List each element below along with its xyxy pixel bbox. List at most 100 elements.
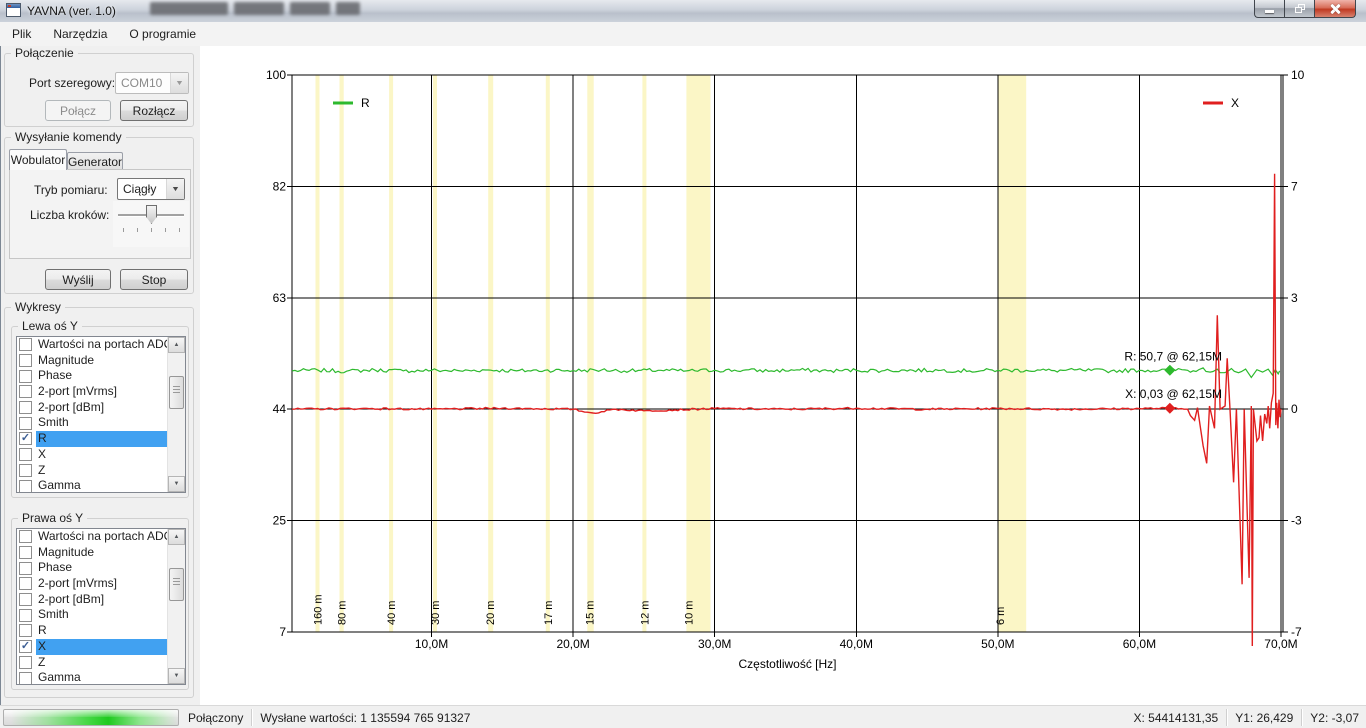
item-checkbox[interactable] (19, 385, 32, 398)
svg-text:82: 82 (273, 179, 287, 193)
scrollbar[interactable]: ▲▼ (167, 529, 185, 684)
steps-slider[interactable] (113, 201, 189, 247)
svg-text:44: 44 (273, 402, 287, 416)
chart[interactable]: 160 m80 m40 m30 m20 m17 m15 m12 m10 m6 m… (200, 46, 1366, 705)
svg-text:R: 50,7 @ 62,15M: R: 50,7 @ 62,15M (1124, 349, 1222, 363)
item-checkbox[interactable]: ✓ (19, 432, 32, 445)
list-item-label: Smith (36, 415, 185, 431)
stop-button[interactable]: Stop (120, 269, 188, 290)
status-sent: Wysłane wartości: 1 135594 765 91327 (257, 711, 473, 725)
scroll-down-button[interactable]: ▼ (168, 476, 185, 492)
list-item[interactable]: 2-port [dBm] (17, 400, 185, 416)
scroll-up-button[interactable]: ▲ (168, 529, 185, 545)
minimize-button[interactable] (1254, 0, 1284, 18)
tab-wobulator[interactable]: Wobulator (9, 149, 67, 170)
menu-item-plik[interactable]: Plik (2, 23, 41, 45)
window-title: YAVNA (ver. 1.0) (27, 4, 116, 18)
command-group: Wysyłanie komendy Wobulator Generator Tr… (4, 137, 194, 294)
status-x: X: 54414131,35 (1130, 711, 1221, 725)
scroll-down-button[interactable]: ▼ (168, 668, 185, 684)
list-item[interactable]: Phase (17, 368, 185, 384)
list-item[interactable]: Z (17, 463, 185, 479)
svg-text:X: 0,03 @ 62,15M: X: 0,03 @ 62,15M (1125, 387, 1222, 401)
disconnect-button[interactable]: Rozłącz (120, 100, 188, 121)
item-checkbox[interactable] (19, 577, 32, 590)
band-labels: 160 m80 m40 m30 m20 m17 m15 m12 m10 m6 m (313, 594, 1007, 625)
list-item[interactable]: Magnitude (17, 545, 185, 561)
status-y1: Y1: 26,429 (1232, 711, 1296, 725)
restore-icon (1295, 4, 1305, 13)
slider-thumb[interactable] (146, 205, 157, 224)
port-combobox[interactable]: COM10 ▼ (115, 72, 189, 94)
svg-text:7: 7 (1291, 179, 1298, 193)
list-item[interactable]: Z (17, 655, 185, 671)
item-checkbox[interactable] (19, 480, 32, 493)
list-item[interactable]: R (17, 623, 185, 639)
item-checkbox[interactable] (19, 609, 32, 622)
item-checkbox[interactable] (19, 656, 32, 669)
slider-tick (137, 228, 138, 232)
list-item[interactable]: 2-port [mVrms] (17, 576, 185, 592)
svg-text:30,0M: 30,0M (698, 637, 731, 651)
scroll-up-button[interactable]: ▲ (168, 337, 185, 353)
title-bar[interactable]: YAVNA (ver. 1.0) (0, 0, 1366, 23)
item-checkbox[interactable]: ✓ (19, 640, 32, 653)
item-checkbox[interactable] (19, 624, 32, 637)
list-item-label: Wartości na portach ADC (36, 529, 185, 545)
scrollbar[interactable]: ▲▼ (167, 337, 185, 492)
list-item-label: R (36, 431, 185, 447)
right-axis-listbox[interactable]: Wartości na portach ADCMagnitudePhase2-p… (16, 528, 186, 685)
item-checkbox[interactable] (19, 672, 32, 685)
list-item[interactable]: 2-port [dBm] (17, 592, 185, 608)
list-item[interactable]: 2-port [mVrms] (17, 384, 185, 400)
list-item[interactable]: Phase (17, 560, 185, 576)
svg-text:160 m: 160 m (313, 594, 325, 625)
item-checkbox[interactable] (19, 370, 32, 383)
item-checkbox[interactable] (19, 417, 32, 430)
item-checkbox[interactable] (19, 464, 32, 477)
list-item[interactable]: Gamma (17, 670, 185, 685)
list-item[interactable]: Smith (17, 607, 185, 623)
scroll-thumb[interactable] (169, 568, 184, 601)
list-item-label: 2-port [mVrms] (36, 576, 185, 592)
item-checkbox[interactable] (19, 562, 32, 575)
list-item[interactable]: Gamma (17, 478, 185, 493)
item-checkbox[interactable] (19, 546, 32, 559)
list-item[interactable]: Wartości na portach ADC (17, 529, 185, 545)
chart-svg[interactable]: 160 m80 m40 m30 m20 m17 m15 m12 m10 m6 m… (200, 46, 1366, 705)
restore-button[interactable] (1284, 0, 1314, 18)
menu-item-o-programie[interactable]: O programie (119, 23, 206, 45)
item-checkbox[interactable] (19, 354, 32, 367)
list-item[interactable]: X (17, 447, 185, 463)
charts-group-title: Wykresy (11, 300, 65, 314)
close-button[interactable] (1314, 0, 1356, 18)
separator (1226, 709, 1227, 726)
charts-group: Wykresy Lewa oś Y Wartości na portach AD… (4, 307, 194, 698)
item-checkbox[interactable] (19, 448, 32, 461)
item-checkbox[interactable] (19, 401, 32, 414)
mode-combobox[interactable]: Ciągły ▼ (117, 178, 185, 200)
status-y2: Y2: -3,07 (1307, 711, 1362, 725)
slider-tick (151, 228, 152, 232)
scroll-thumb[interactable] (169, 376, 184, 409)
command-group-title: Wysyłanie komendy (11, 130, 126, 144)
list-item[interactable]: Smith (17, 415, 185, 431)
list-item[interactable]: ✓R (17, 431, 185, 447)
tab-generator[interactable]: Generator (67, 152, 123, 170)
series-R-line (292, 368, 1280, 378)
list-item[interactable]: ✓X (17, 639, 185, 655)
list-item[interactable]: Magnitude (17, 353, 185, 369)
background-window-fragment (150, 2, 228, 15)
list-item[interactable]: Wartości na portach ADC (17, 337, 185, 353)
menu-item-narzedzia[interactable]: Narzędzia (43, 23, 117, 45)
svg-text:-3: -3 (1291, 514, 1302, 528)
item-checkbox[interactable] (19, 338, 32, 351)
connect-button[interactable]: Połącz (45, 100, 111, 121)
svg-text:17 m: 17 m (543, 601, 555, 625)
item-checkbox[interactable] (19, 593, 32, 606)
connection-group-title: Połączenie (11, 46, 78, 60)
left-axis-listbox[interactable]: Wartości na portach ADCMagnitudePhase2-p… (16, 336, 186, 493)
svg-text:100: 100 (266, 68, 286, 82)
send-button[interactable]: Wyślij (45, 269, 111, 290)
item-checkbox[interactable] (19, 530, 32, 543)
